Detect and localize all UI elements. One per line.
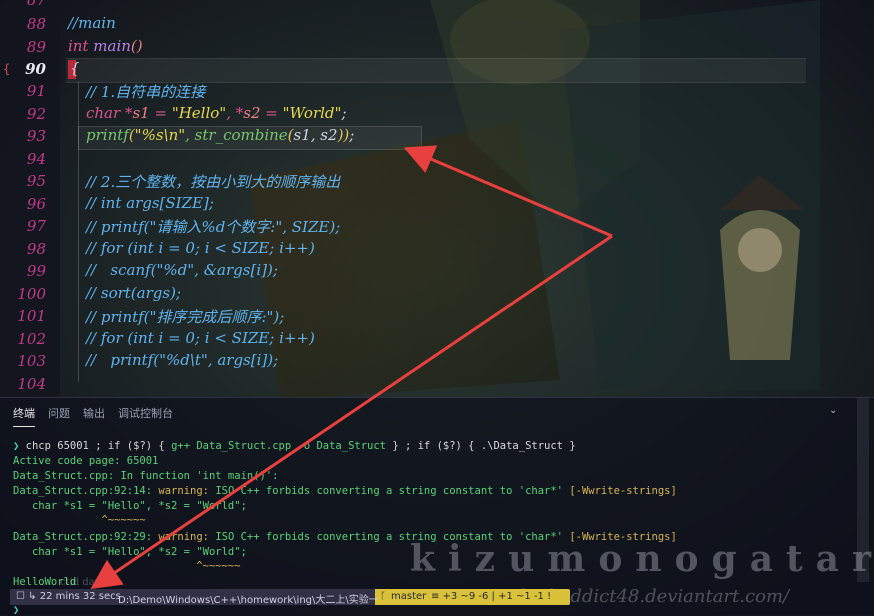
- variable-token: s1: [132, 104, 150, 122]
- terminal-code-echo: char *s1 = "Hello", *s2 = "World";: [13, 546, 247, 558]
- warning-message: ISO C++ forbids converting a string cons…: [215, 485, 570, 497]
- line-number: 95: [26, 172, 46, 190]
- code-line-97[interactable]: // printf("请输入%d个数字:", SIZE);: [86, 216, 340, 238]
- terminal-output-line: Data_Struct.cpp: In function 'int main()…: [13, 470, 279, 482]
- args-token: s1, s2: [293, 126, 338, 144]
- tab-debug-console[interactable]: 调试控制台: [118, 405, 173, 421]
- paren-token: )): [337, 126, 350, 144]
- chevron-down-icon[interactable]: ⌄: [829, 405, 837, 416]
- line-number: 91: [26, 82, 46, 100]
- line-number: 103: [17, 352, 46, 370]
- tab-problems[interactable]: 问题: [48, 405, 70, 421]
- keyword-token: char: [86, 104, 121, 122]
- tab-terminal[interactable]: 终端: [13, 405, 35, 427]
- warning-flag: [-Wwrite-strings]: [569, 485, 677, 497]
- bottom-panel: 终端 问题 输出 调试控制台 ❯ chcp 65001 ; if ($?) { …: [0, 397, 874, 616]
- line-number: 92: [26, 105, 46, 123]
- operator-token: , *: [226, 104, 244, 122]
- command-part: g++ Data_Struct.cpp -o Data_Struct: [171, 440, 386, 452]
- semicolon-token: ;: [349, 126, 355, 144]
- terminal-warning-line: Data_Struct.cpp:92:14: warning: ISO C++ …: [13, 485, 677, 497]
- panel-tabs: 终端 问题 输出 调试控制台: [0, 398, 874, 427]
- line-number: 98: [26, 240, 46, 258]
- function-name-token: main: [93, 37, 131, 55]
- git-branch-icon: ᚴ: [380, 591, 386, 602]
- variable-token: s2: [243, 104, 261, 122]
- prompt-chevron-icon[interactable]: ❯: [13, 604, 19, 616]
- code-line-91[interactable]: // 1.自符串的连接: [86, 81, 205, 103]
- function-token: printf: [86, 126, 129, 144]
- string-token: "%s\n": [134, 126, 186, 144]
- code-line-93[interactable]: printf("%s\n", str_combine(s1, s2));: [86, 126, 354, 148]
- code-line-88[interactable]: //main: [68, 14, 116, 36]
- prompt-path-segment: ☐ ↳ 22 mins 32 secs D:\Demo\Windows\C++\…: [10, 589, 379, 606]
- semicolon-token: ;: [341, 104, 347, 122]
- current-line-highlight: [66, 58, 806, 83]
- code-line-101[interactable]: // printf("排序完成后顺序:");: [86, 306, 284, 328]
- terminal-caret: ^~~~~~~: [13, 560, 241, 572]
- code-line-89[interactable]: int main(): [68, 37, 143, 59]
- operator-token: *: [120, 104, 133, 122]
- code-line-92[interactable]: char *s1 = "Hello", *s2 = "World";: [86, 104, 347, 126]
- code-line-100[interactable]: // sort(args);: [86, 284, 181, 306]
- line-number: 97: [26, 217, 46, 235]
- operator-token: =: [260, 104, 283, 122]
- function-token: , str_combine: [185, 126, 288, 144]
- code-line-98[interactable]: // for (int i = 0; i < SIZE; i++): [86, 239, 315, 261]
- git-changes: ≡ +3 ~9 -6 | +1 ~1 -1 !: [431, 591, 552, 602]
- watermark-fragment: ctid days: [60, 577, 106, 588]
- terminal-output-line: Active code page: 65001: [13, 455, 159, 467]
- line-number: 94: [26, 150, 46, 168]
- line-number: 102: [17, 330, 46, 348]
- code-line-102[interactable]: // for (int i = 0; i < SIZE; i++): [86, 329, 315, 351]
- line-number: 104: [17, 375, 46, 393]
- warning-label: warning:: [158, 531, 216, 543]
- warning-location: Data_Struct.cpp:92:29:: [13, 531, 159, 543]
- current-path: D:\Demo\Windows\C++\homework\ing\大二上\实验一: [118, 595, 379, 606]
- warning-location: Data_Struct.cpp:92:14:: [13, 485, 159, 497]
- string-token: "World": [282, 104, 342, 122]
- code-line-99[interactable]: // scanf("%d", &args[i]);: [86, 261, 278, 283]
- terminal-command-line[interactable]: ❯ chcp 65001 ; if ($?) { g++ Data_Struct…: [13, 440, 576, 452]
- code-line-95[interactable]: // 2.三个整数，按由小到大的顺序输出: [86, 171, 340, 193]
- line-number: 87: [26, 0, 46, 9]
- line-number: 101: [17, 307, 46, 325]
- line-number: 93: [26, 127, 46, 145]
- paren-token: (): [130, 37, 143, 55]
- keyword-token: int: [68, 37, 89, 55]
- code-line-96[interactable]: // int args[SIZE];: [86, 194, 214, 216]
- warning-label: warning:: [158, 485, 216, 497]
- code-line-90[interactable]: {: [70, 59, 80, 81]
- prompt-chevron-icon: ❯: [13, 440, 20, 452]
- git-branch-name: master: [391, 591, 427, 602]
- terminal-code-echo: char *s1 = "Hello", *s2 = "World";: [13, 500, 247, 512]
- line-number-active: 90: [25, 60, 46, 78]
- operator-token: =: [149, 104, 172, 122]
- tab-output[interactable]: 输出: [83, 405, 105, 421]
- line-number: 100: [17, 285, 46, 303]
- code-line-103[interactable]: // printf("%d\t", args[i]);: [86, 351, 278, 373]
- elapsed-time: ☐ ↳ 22 mins 32 secs: [16, 591, 121, 602]
- line-number: 89: [26, 38, 46, 56]
- string-token: "Hello": [171, 104, 227, 122]
- line-number: 99: [26, 262, 46, 280]
- watermark-title: kizumonogatari: [410, 538, 874, 580]
- terminal-prompt-bar: ☐ ↳ 22 mins 32 secs D:\Demo\Windows\C++\…: [10, 589, 570, 606]
- line-number: 96: [26, 195, 46, 213]
- line-number: 88: [26, 15, 46, 33]
- command-part: chcp 65001 ; if ($?) {: [25, 440, 172, 452]
- code-editor[interactable]: { 87 88 89 90 91 92 93 94 95 96 97 98 99…: [0, 0, 874, 398]
- terminal-caret: ^~~~~~~: [13, 514, 146, 526]
- command-part: } ; if ($?) { .\Data_Struct }: [386, 440, 576, 452]
